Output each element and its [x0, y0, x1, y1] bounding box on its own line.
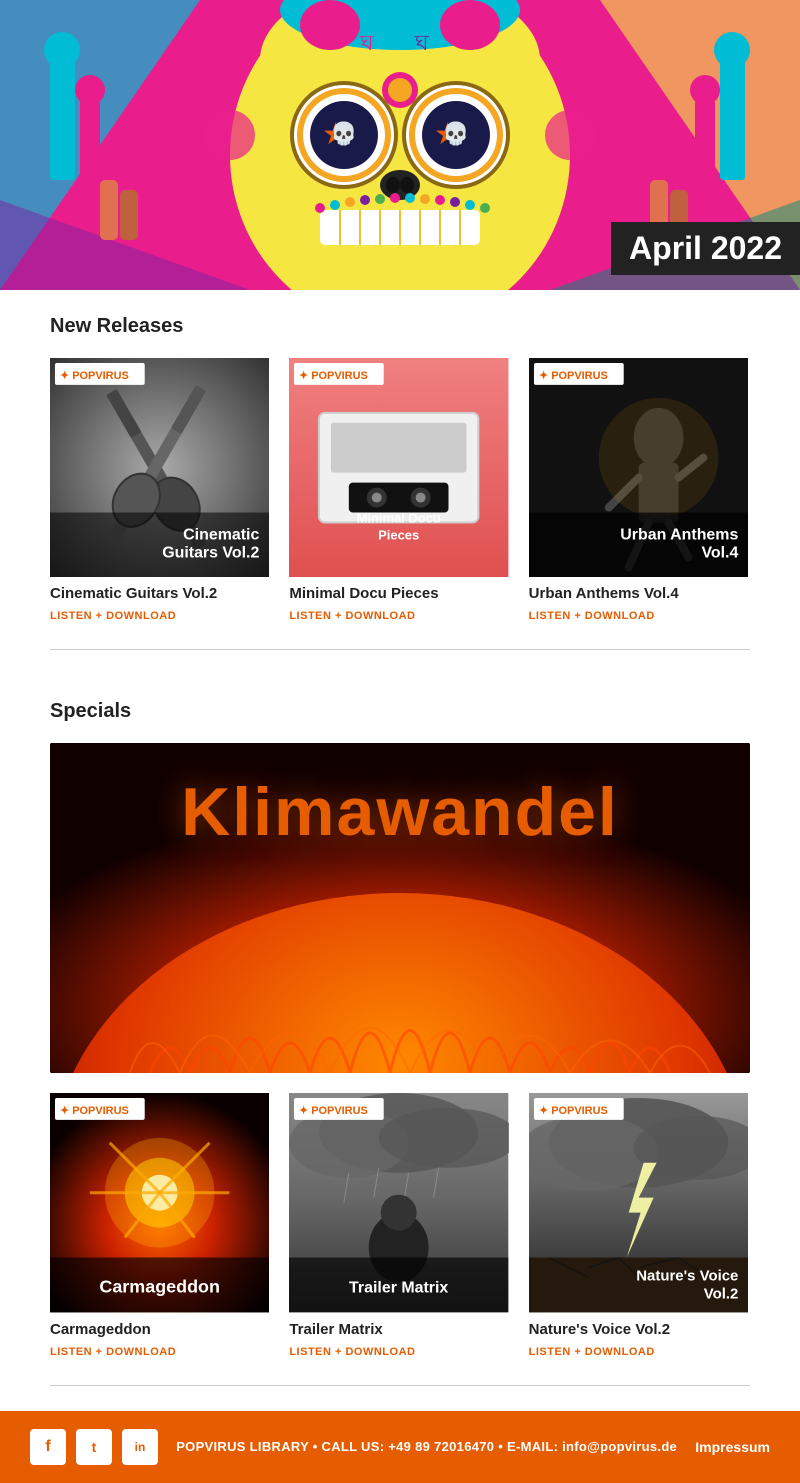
- svg-text:Pieces: Pieces: [378, 527, 419, 542]
- listen-link-nature[interactable]: LISTEN + DOWNLOAD: [529, 1346, 655, 1358]
- listen-link-minimal[interactable]: LISTEN + DOWNLOAD: [289, 610, 415, 622]
- album-card-urban: Urban Anthems Vol.4 ✦ POPVIRUS Urban Ant…: [529, 358, 748, 624]
- linkedin-button[interactable]: in: [122, 1429, 158, 1465]
- album-title-carmageddon: Carmageddon: [50, 1321, 269, 1338]
- specials-section: Specials: [0, 675, 800, 1374]
- svg-text:ঘ: ঘ: [414, 30, 429, 55]
- album-card-trailer: Trailer Matrix ✦ POPVIRUS Trailer Matrix…: [289, 1093, 508, 1359]
- svg-text:✦ POPVIRUS: ✦ POPVIRUS: [539, 1105, 608, 1117]
- svg-text:ঘ: ঘ: [359, 30, 374, 55]
- album-title-nature: Nature's Voice Vol.2: [529, 1321, 748, 1338]
- specials-title: Specials: [50, 700, 750, 723]
- album-card-minimal: Minimal Docu Pieces ✦ POPVIRUS Minimal D…: [289, 358, 508, 624]
- listen-link-urban[interactable]: LISTEN + DOWNLOAD: [529, 610, 655, 622]
- facebook-button[interactable]: f: [30, 1429, 66, 1465]
- album-cover-cinematic: Cinematic Guitars Vol.2 ✦ POPVIRUS: [50, 358, 269, 577]
- section-divider-1: [50, 649, 750, 650]
- new-releases-section: New Releases: [0, 290, 800, 639]
- svg-text:Nature's Voice: Nature's Voice: [636, 1268, 738, 1285]
- svg-text:Urban Anthems: Urban Anthems: [620, 526, 738, 543]
- svg-text:✦ POPVIRUS: ✦ POPVIRUS: [60, 370, 129, 382]
- album-card-nature: Nature's Voice Vol.2 ✦ POPVIRUS Nature's…: [529, 1093, 748, 1359]
- svg-text:✦ POPVIRUS: ✦ POPVIRUS: [539, 370, 608, 382]
- impressum-link[interactable]: Impressum: [695, 1439, 770, 1455]
- new-releases-grid: Cinematic Guitars Vol.2 ✦ POPVIRUS Cinem…: [50, 358, 750, 624]
- album-card-carmageddon: Carmageddon ✦ POPVIRUS Carmageddon LISTE…: [50, 1093, 269, 1359]
- footer: f t in POPVIRUS LIBRARY • CALL US: +49 8…: [0, 1411, 800, 1483]
- svg-text:✦ POPVIRUS: ✦ POPVIRUS: [60, 1105, 129, 1117]
- klimawandel-banner[interactable]: Klimawandel: [50, 743, 750, 1073]
- svg-text:💀: 💀: [442, 121, 469, 146]
- new-releases-title: New Releases: [50, 315, 750, 338]
- footer-info: POPVIRUS LIBRARY • CALL US: +49 89 72016…: [176, 1439, 677, 1454]
- section-divider-2: [50, 1385, 750, 1386]
- listen-link-carmageddon[interactable]: LISTEN + DOWNLOAD: [50, 1346, 176, 1358]
- svg-text:✦ POPVIRUS: ✦ POPVIRUS: [299, 370, 368, 382]
- svg-text:Vol.4: Vol.4: [701, 544, 738, 561]
- footer-socials: f t in: [30, 1429, 158, 1465]
- album-title-urban: Urban Anthems Vol.4: [529, 585, 748, 602]
- album-title-minimal: Minimal Docu Pieces: [289, 585, 508, 602]
- svg-text:Guitars Vol.2: Guitars Vol.2: [162, 544, 259, 561]
- svg-text:Vol.2: Vol.2: [703, 1286, 738, 1303]
- listen-link-cinematic[interactable]: LISTEN + DOWNLOAD: [50, 610, 176, 622]
- svg-text:✦ POPVIRUS: ✦ POPVIRUS: [299, 1105, 368, 1117]
- specials-grid: Carmageddon ✦ POPVIRUS Carmageddon LISTE…: [50, 1093, 750, 1359]
- svg-text:Cinematic: Cinematic: [183, 526, 259, 543]
- album-cover-urban: Urban Anthems Vol.4 ✦ POPVIRUS: [529, 358, 748, 577]
- svg-text:Minimal Docu: Minimal Docu: [357, 510, 441, 525]
- album-cover-nature: Nature's Voice Vol.2 ✦ POPVIRUS: [529, 1093, 748, 1312]
- twitter-button[interactable]: t: [76, 1429, 112, 1465]
- album-card-cinematic: Cinematic Guitars Vol.2 ✦ POPVIRUS Cinem…: [50, 358, 269, 624]
- album-title-cinematic: Cinematic Guitars Vol.2: [50, 585, 269, 602]
- album-cover-minimal: Minimal Docu Pieces ✦ POPVIRUS: [289, 358, 508, 577]
- svg-text:Carmageddon: Carmageddon: [99, 1277, 220, 1297]
- album-cover-carmageddon: Carmageddon ✦ POPVIRUS: [50, 1093, 269, 1312]
- date-badge: April 2022: [611, 222, 800, 275]
- album-cover-trailer: Trailer Matrix ✦ POPVIRUS: [289, 1093, 508, 1312]
- svg-text:💀: 💀: [330, 121, 357, 146]
- listen-link-trailer[interactable]: LISTEN + DOWNLOAD: [289, 1346, 415, 1358]
- hero-banner: ঘ ঘ ★ ★ 💀 💀: [0, 0, 800, 290]
- svg-text:Trailer Matrix: Trailer Matrix: [349, 1280, 448, 1297]
- album-title-trailer: Trailer Matrix: [289, 1321, 508, 1338]
- klimawandel-title: Klimawandel: [181, 774, 619, 850]
